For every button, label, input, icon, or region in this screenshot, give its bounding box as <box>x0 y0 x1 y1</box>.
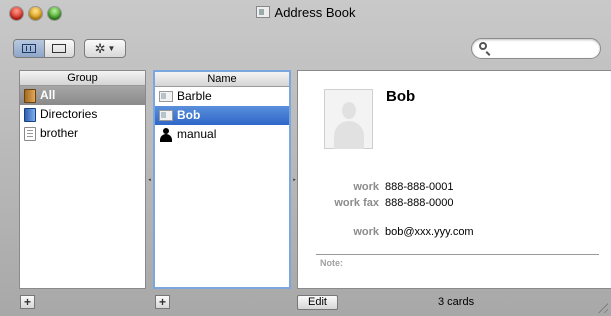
fax-field: work fax 888-888-0000 <box>298 197 611 211</box>
window-title-wrap: Address Book <box>0 5 611 20</box>
group-label: brother <box>40 126 79 140</box>
chevron-down-icon: ▼ <box>107 44 116 53</box>
search-field[interactable] <box>471 38 601 59</box>
card-view-button[interactable] <box>45 40 75 57</box>
contact-row-manual[interactable]: manual <box>155 125 289 144</box>
contact-label: manual <box>177 127 217 141</box>
group-row-brother[interactable]: brother <box>20 124 145 143</box>
group-label: All <box>40 88 56 102</box>
all-contacts-icon <box>24 88 36 103</box>
field-label[interactable]: work fax <box>334 197 379 209</box>
group-icon <box>24 126 36 141</box>
group-column: Group All Directories brother <box>19 70 146 289</box>
title-bar: Address Book <box>0 0 611 28</box>
search-input[interactable] <box>492 41 596 57</box>
search-icon <box>479 42 487 50</box>
action-menu-button[interactable]: ✲ ▼ <box>84 39 126 58</box>
columns-view-icon <box>21 44 36 53</box>
field-label[interactable]: work <box>353 181 379 193</box>
contact-row-bob[interactable]: Bob <box>155 106 289 125</box>
group-row-all[interactable]: All <box>20 86 145 105</box>
person-icon <box>159 127 173 142</box>
group-column-header[interactable]: Group <box>20 71 145 86</box>
note-label[interactable]: Note: <box>320 258 343 268</box>
note-divider <box>316 254 599 255</box>
contact-label: Bob <box>177 108 201 122</box>
column-view-button[interactable] <box>14 40 45 57</box>
contact-card: Bob work 888-888-0001 work fax 888-888-0… <box>297 70 611 289</box>
add-contact-button[interactable]: + <box>155 295 170 309</box>
contact-name: Bob <box>386 88 416 105</box>
field-value: 888-888-0001 <box>385 181 454 193</box>
group-label: Directories <box>40 107 98 121</box>
add-group-button[interactable]: + <box>20 295 35 309</box>
view-segmented-control <box>13 39 75 58</box>
name-column: Name Barble Bob manual <box>153 70 291 289</box>
address-book-window: Address Book ✲ ▼ Group All Directories br… <box>0 0 611 316</box>
column-splitter[interactable]: ◂ <box>146 70 153 289</box>
phone-field: work 888-888-0001 <box>298 181 611 195</box>
window-title: Address Book <box>274 5 356 20</box>
vcard-icon <box>159 110 173 121</box>
field-value: 888-888-0000 <box>385 197 454 209</box>
gear-icon: ✲ <box>94 40 106 56</box>
email-field: work bob@xxx.yyy.com <box>298 226 611 240</box>
field-value: bob@xxx.yyy.com <box>385 226 474 238</box>
vcard-icon <box>159 91 173 102</box>
directories-icon <box>24 107 36 122</box>
card-view-icon <box>52 44 67 53</box>
edit-button[interactable]: Edit <box>297 295 338 310</box>
address-book-icon <box>255 6 270 18</box>
group-row-directories[interactable]: Directories <box>20 105 145 124</box>
contact-photo[interactable] <box>324 89 373 149</box>
contact-label: Barble <box>177 89 212 103</box>
field-label[interactable]: work <box>353 226 379 238</box>
card-count: 3 cards <box>438 296 475 308</box>
name-column-header[interactable]: Name <box>155 72 289 87</box>
contact-row-barble[interactable]: Barble <box>155 87 289 106</box>
